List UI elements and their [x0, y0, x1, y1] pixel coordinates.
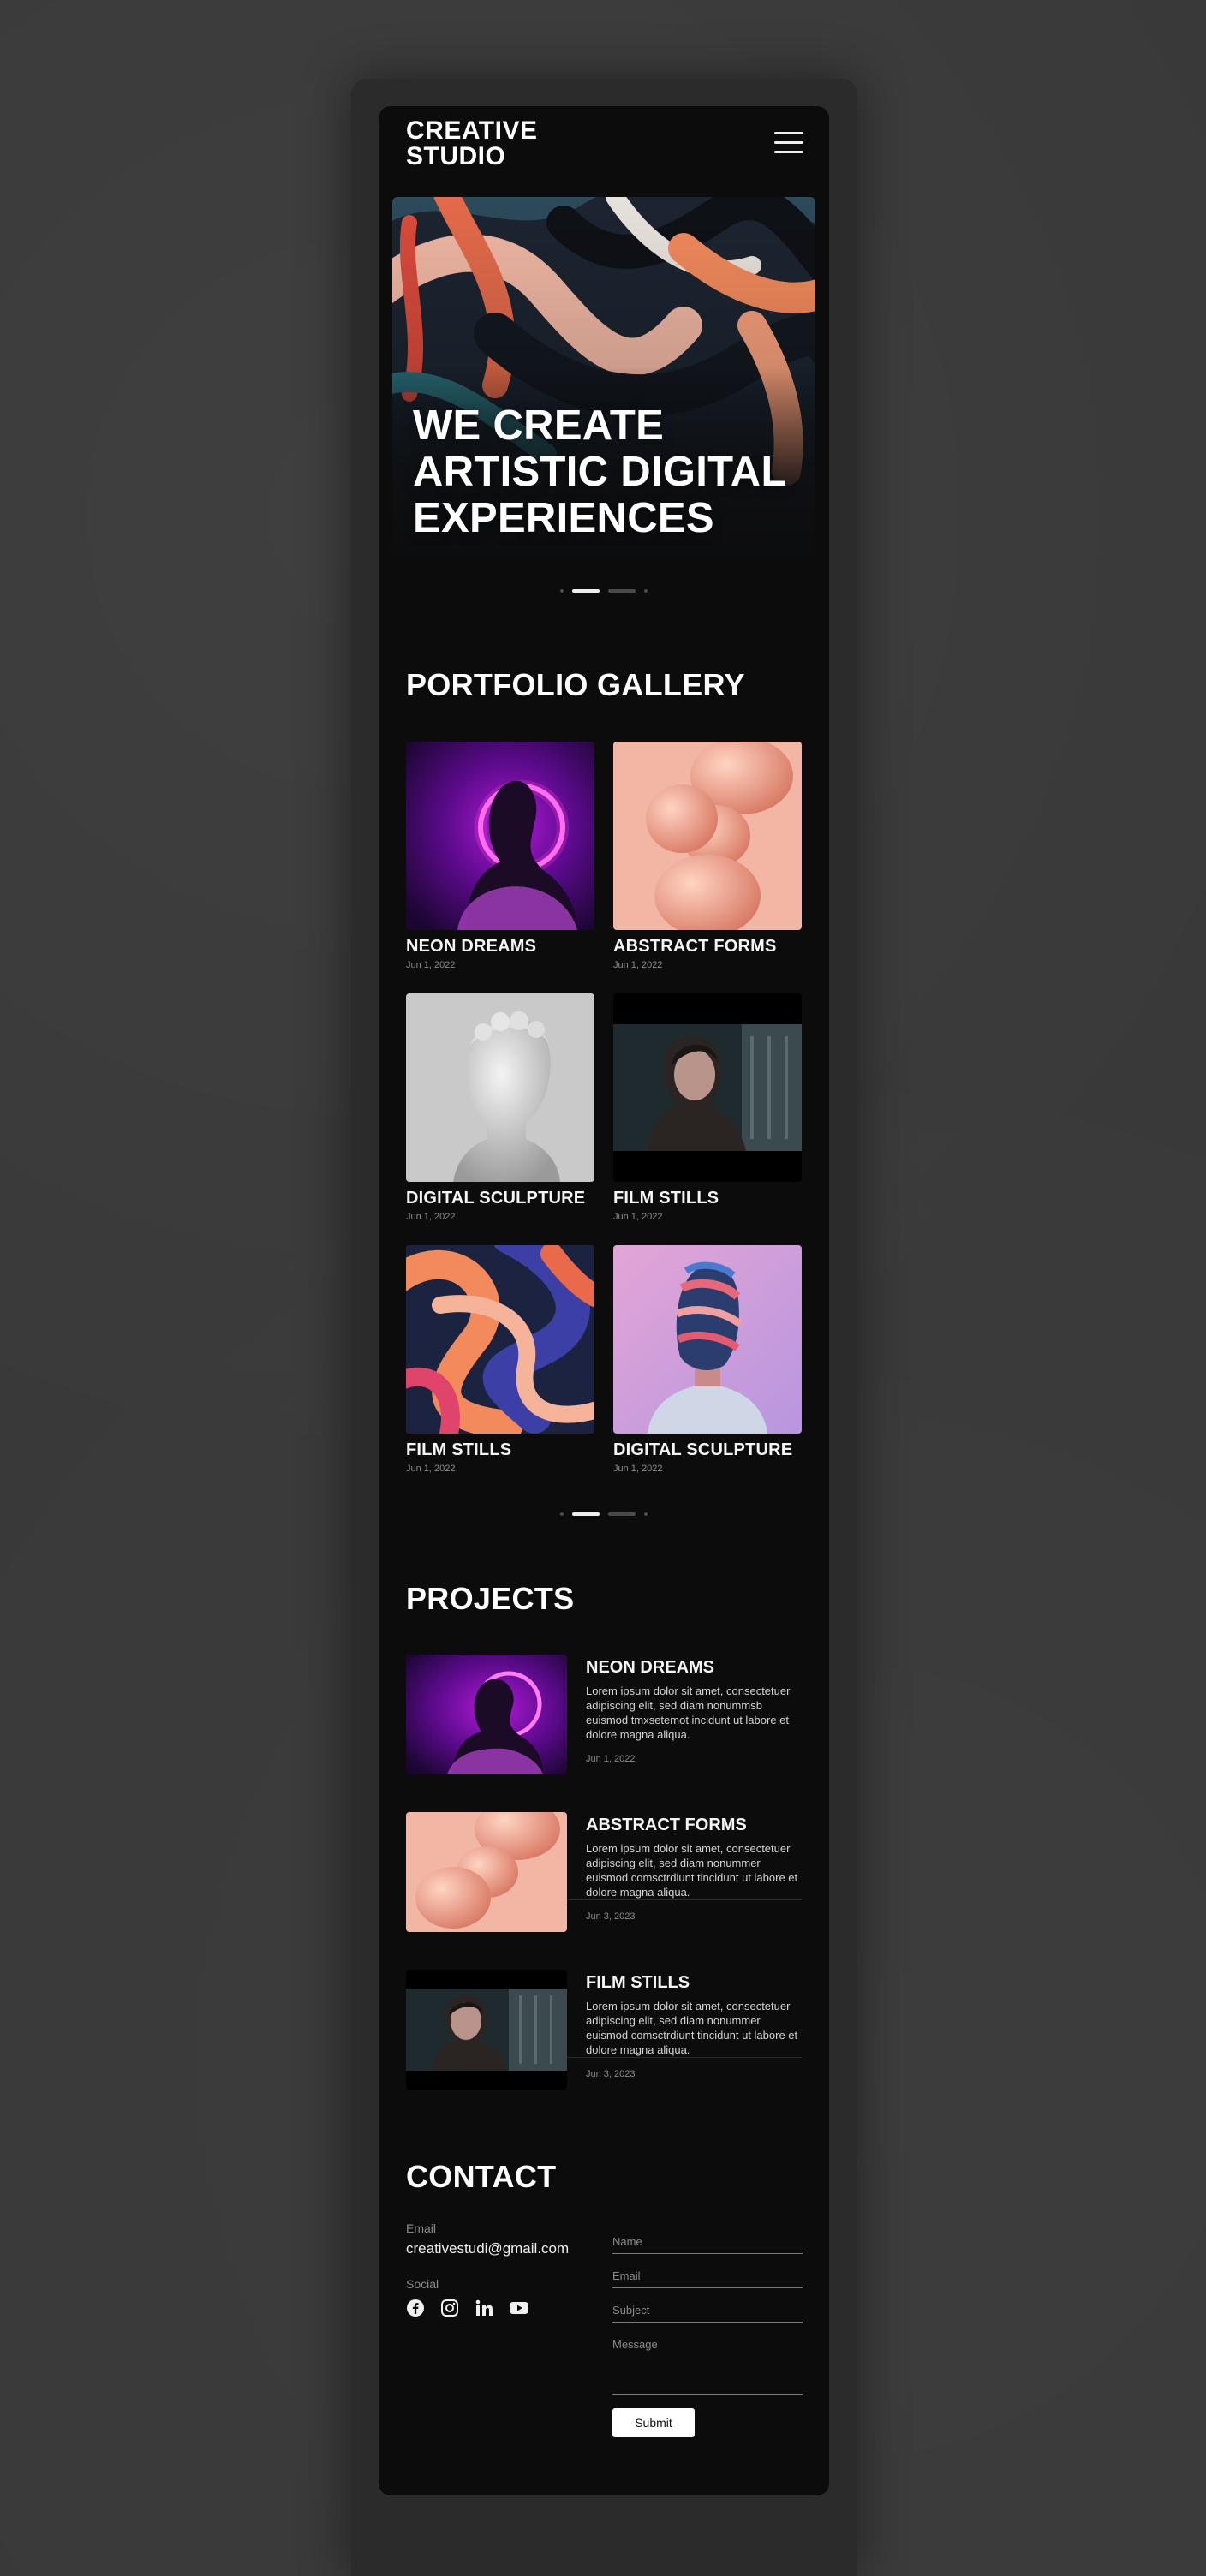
slide-dot-active[interactable]: [572, 589, 600, 593]
project-title: ABSTRACT FORMS: [586, 1816, 747, 1834]
logo-line-1: CREATIVE: [406, 116, 538, 145]
slide-dot[interactable]: [608, 589, 636, 593]
gallery-card-title: DIGITAL SCULPTURE: [613, 1440, 793, 1459]
gallery-card-title: ABSTRACT FORMS: [613, 937, 777, 956]
device-frame: CREATIVE STUDIO WE CREATE ARTISTIC DIGIT…: [351, 79, 857, 2576]
gallery-card[interactable]: DIGITAL SCULPTURE Jun 1, 2022: [613, 1245, 802, 1474]
film-stills-abstract-image: [406, 1245, 594, 1434]
gallery-card-date: Jun 1, 2022: [406, 1212, 456, 1222]
project-description: Lorem ipsum dolor sit amet, consectetuer…: [586, 1842, 798, 1899]
project-description: Lorem ipsum dolor sit amet, consectetuer…: [586, 1685, 791, 1741]
contact-heading: CONTACT: [406, 2159, 557, 2194]
contact-email-input[interactable]: [612, 2269, 803, 2288]
gallery-card-date: Jun 1, 2022: [406, 1464, 456, 1474]
gallery-card-title: DIGITAL SCULPTURE: [406, 1189, 586, 1208]
contact-email-link[interactable]: creativestudi@gmail.com: [406, 2240, 569, 2257]
gallery-card-title: FILM STILLS: [613, 1189, 719, 1208]
gallery-card[interactable]: FILM STILLS Jun 1, 2022: [406, 1245, 594, 1474]
abstract-forms-image: [613, 742, 802, 930]
youtube-icon[interactable]: [509, 2299, 529, 2317]
slide-dot[interactable]: [644, 589, 648, 593]
film-stills-image: [613, 993, 802, 1182]
instagram-icon[interactable]: [440, 2299, 459, 2317]
contact-message-textarea[interactable]: [612, 2338, 803, 2395]
hamburger-menu-icon[interactable]: [774, 132, 803, 154]
abstract-forms-project-image: [406, 1812, 567, 1932]
gallery-card-title: FILM STILLS: [406, 1440, 512, 1459]
social-links: [406, 2299, 529, 2317]
projects-heading: PROJECTS: [406, 1581, 575, 1616]
facebook-icon[interactable]: [406, 2299, 425, 2317]
project-item[interactable]: FILM STILLS Lorem ipsum dolor sit amet, …: [406, 1970, 802, 2090]
gallery-card[interactable]: DIGITAL SCULPTURE Jun 1, 2022: [406, 993, 594, 1222]
gallery-card[interactable]: NEON DREAMS Jun 1, 2022: [406, 742, 594, 970]
digital-sculpture-image: [406, 993, 594, 1182]
gallery-card-date: Jun 1, 2022: [613, 1212, 663, 1222]
email-label: Email: [406, 2221, 437, 2235]
neon-dreams-image: [406, 742, 594, 930]
logo-line-2: STUDIO: [406, 142, 506, 170]
film-stills-project-image: [406, 1970, 567, 2090]
slide-dot[interactable]: [608, 1512, 636, 1516]
slide-dot[interactable]: [560, 589, 564, 593]
social-label: Social: [406, 2277, 439, 2291]
slide-dot[interactable]: [644, 1512, 648, 1516]
project-description: Lorem ipsum dolor sit amet, consectetuer…: [586, 2000, 798, 2056]
studio-logo[interactable]: CREATIVE STUDIO: [406, 118, 537, 170]
gallery-card[interactable]: ABSTRACT FORMS Jun 1, 2022: [613, 742, 802, 970]
gallery-slider-indicators: [560, 1512, 648, 1517]
gallery-card-date: Jun 1, 2022: [613, 960, 663, 970]
project-date: Jun 3, 2023: [586, 1911, 636, 1922]
project-item[interactable]: NEON DREAMS Lorem ipsum dolor sit amet, …: [406, 1655, 802, 1774]
linkedin-icon[interactable]: [475, 2299, 493, 2317]
project-item[interactable]: ABSTRACT FORMS Lorem ipsum dolor sit ame…: [406, 1812, 802, 1932]
project-title: FILM STILLS: [586, 1973, 690, 1992]
app-screen: CREATIVE STUDIO WE CREATE ARTISTIC DIGIT…: [379, 106, 829, 2496]
hero-slider-indicators: [560, 588, 648, 593]
slide-dot[interactable]: [560, 1512, 564, 1516]
slide-dot-active[interactable]: [572, 1512, 600, 1516]
contact-subject-input[interactable]: [612, 2304, 803, 2323]
gallery-card-date: Jun 1, 2022: [406, 960, 456, 970]
project-date: Jun 1, 2022: [586, 1754, 636, 1764]
gallery-card-title: NEON DREAMS: [406, 937, 537, 956]
hero-banner[interactable]: WE CREATE ARTISTIC DIGITAL EXPERIENCES: [392, 197, 815, 574]
project-title: NEON DREAMS: [586, 1658, 715, 1677]
gallery-card[interactable]: FILM STILLS Jun 1, 2022: [613, 993, 802, 1222]
project-date: Jun 3, 2023: [586, 2069, 636, 2079]
submit-button[interactable]: Submit: [612, 2408, 695, 2437]
site-header: CREATIVE STUDIO: [379, 106, 829, 192]
gallery-card-date: Jun 1, 2022: [613, 1464, 663, 1474]
gallery-heading: PORTFOLIO GALLERY: [406, 667, 745, 702]
digital-sculpture-head-image: [613, 1245, 802, 1434]
neon-dreams-project-image: [406, 1655, 567, 1774]
hero-title: WE CREATE ARTISTIC DIGITAL EXPERIENCES: [413, 402, 786, 541]
contact-name-input[interactable]: [612, 2235, 803, 2254]
